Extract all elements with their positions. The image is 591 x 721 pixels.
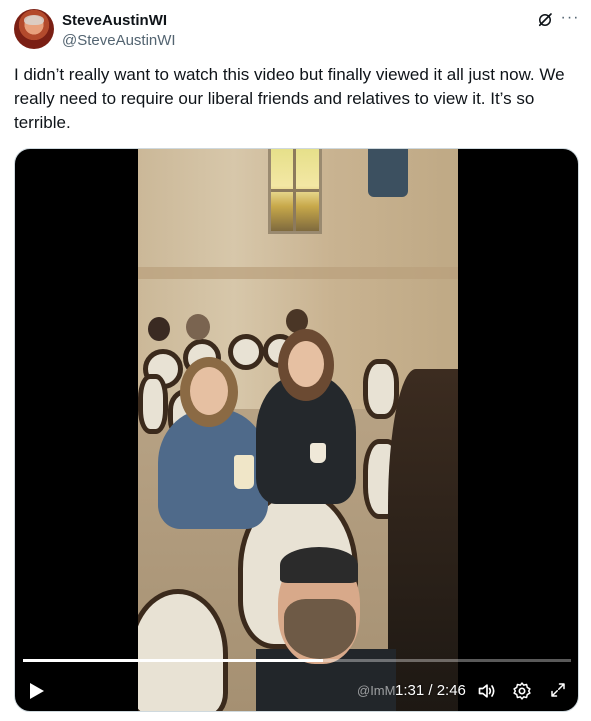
video-player[interactable]: @ImM 1:31 / 2:46 xyxy=(14,148,579,712)
more-icon[interactable]: ··· xyxy=(560,8,580,28)
wall-trim xyxy=(138,267,458,279)
grok-icon[interactable] xyxy=(536,11,554,29)
person-face xyxy=(190,367,228,415)
man-beard xyxy=(284,599,356,659)
chair xyxy=(363,359,399,419)
tweet-text: I didn’t really want to watch this video… xyxy=(14,65,565,132)
play-icon[interactable] xyxy=(29,682,45,700)
volume-icon[interactable] xyxy=(477,681,497,701)
chair xyxy=(138,374,168,434)
expand-icon[interactable] xyxy=(549,681,567,699)
drink-cup xyxy=(310,443,326,463)
avatar[interactable] xyxy=(14,9,54,49)
video-watermark: @ImM xyxy=(357,683,396,698)
person-head xyxy=(148,317,170,341)
author-handle[interactable]: @SteveAustinWI xyxy=(62,32,176,49)
author-display-name[interactable]: SteveAustinWI xyxy=(62,12,167,29)
progress-bar[interactable] xyxy=(23,659,571,662)
man-hat xyxy=(280,547,358,583)
wall-banner xyxy=(368,149,408,197)
person-face xyxy=(288,341,324,387)
progress-fill xyxy=(23,659,324,662)
video-time: 1:31 / 2:46 xyxy=(395,682,466,699)
drink-cup xyxy=(234,455,254,489)
chair xyxy=(228,334,264,370)
stained-glass-window xyxy=(268,149,322,234)
video-frame[interactable] xyxy=(138,149,458,711)
person-head xyxy=(186,314,210,340)
settings-icon[interactable] xyxy=(512,681,532,701)
